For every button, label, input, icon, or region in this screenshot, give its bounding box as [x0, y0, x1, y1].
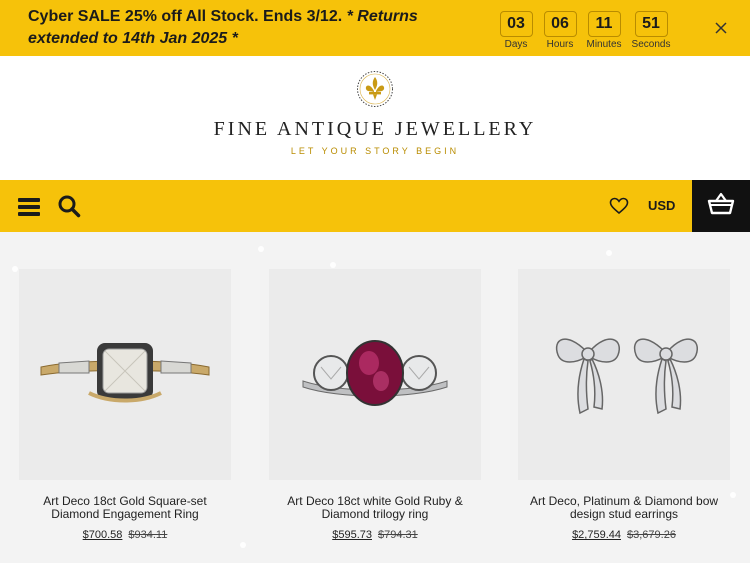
- countdown-value: 11: [587, 11, 621, 37]
- basket-icon: [707, 192, 735, 216]
- countdown-seconds: 51 Seconds: [626, 11, 676, 50]
- sale-price: $2,759.44: [572, 529, 621, 541]
- product-image-ring-square-diamond[interactable]: [19, 269, 231, 480]
- heart-icon[interactable]: [609, 196, 629, 216]
- main-nav: USD: [0, 180, 750, 232]
- countdown-label: Days: [504, 39, 528, 50]
- product-title[interactable]: Art Deco 18ct Gold Square-set Diamond En…: [19, 495, 231, 521]
- countdown-label: Seconds: [631, 39, 671, 50]
- product-card[interactable]: Art Deco 18ct white Gold Ruby & Diamond …: [269, 269, 481, 541]
- currency-selector[interactable]: USD: [648, 198, 675, 213]
- original-price: $794.31: [378, 529, 418, 541]
- promo-text: Cyber SALE 25% off All Stock. Ends 3/12.…: [28, 6, 478, 50]
- product-title[interactable]: Art Deco, Platinum & Diamond bow design …: [518, 495, 730, 521]
- product-image-ring-ruby[interactable]: [269, 269, 481, 480]
- product-grid: Art Deco 18ct Gold Square-set Diamond En…: [0, 232, 750, 563]
- countdown-hours: 06 Hours: [535, 11, 585, 50]
- product-prices: $700.58 $934.11: [19, 529, 231, 541]
- product-title[interactable]: Art Deco 18ct white Gold Ruby & Diamond …: [269, 495, 481, 521]
- product-prices: $595.73 $794.31: [269, 529, 481, 541]
- fleur-de-lis-icon[interactable]: [356, 70, 394, 108]
- search-icon[interactable]: [57, 194, 81, 218]
- countdown-label: Hours: [546, 39, 574, 50]
- brand-tagline: LET YOUR STORY BEGIN: [290, 146, 460, 156]
- product-card[interactable]: Art Deco 18ct Gold Square-set Diamond En…: [19, 269, 231, 541]
- countdown-days: 03 Days: [491, 11, 541, 50]
- cart-button[interactable]: [692, 180, 750, 232]
- promo-main-text: Cyber SALE 25% off All Stock. Ends 3/12.: [28, 8, 343, 25]
- countdown-value: 06: [543, 11, 577, 37]
- original-price: $3,679.26: [627, 529, 676, 541]
- product-prices: $2,759.44 $3,679.26: [518, 529, 730, 541]
- sale-price: $700.58: [82, 529, 123, 541]
- countdown-value: 51: [634, 11, 668, 37]
- countdown-value: 03: [499, 11, 533, 37]
- site-header: FINE ANTIQUE JEWELLERY LET YOUR STORY BE…: [0, 56, 750, 180]
- promo-banner: Cyber SALE 25% off All Stock. Ends 3/12.…: [0, 0, 750, 56]
- product-card[interactable]: Art Deco, Platinum & Diamond bow design …: [518, 269, 730, 541]
- original-price: $934.11: [128, 529, 168, 541]
- countdown-label: Minutes: [586, 39, 622, 50]
- menu-icon[interactable]: [18, 198, 40, 216]
- sale-price: $595.73: [332, 529, 372, 541]
- brand-name[interactable]: FINE ANTIQUE JEWELLERY: [0, 118, 750, 141]
- product-image-bow-earrings[interactable]: [518, 269, 730, 480]
- close-icon[interactable]: [712, 19, 730, 37]
- countdown-minutes: 11 Minutes: [579, 11, 629, 50]
